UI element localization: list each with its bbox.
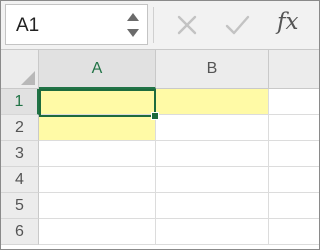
name-box[interactable]: A1 — [5, 4, 148, 45]
insert-function-icon[interactable]: fx — [277, 9, 298, 35]
cell-c5[interactable] — [269, 193, 319, 219]
row-header-3[interactable]: 3 — [1, 141, 39, 167]
cell-a4[interactable] — [39, 167, 156, 193]
cell-a5[interactable] — [39, 193, 156, 219]
enter-checkmark-icon[interactable] — [223, 11, 251, 39]
cell-b4[interactable] — [156, 167, 269, 193]
cell-b3[interactable] — [156, 141, 269, 167]
select-all-corner[interactable] — [1, 50, 39, 89]
cell-a2[interactable] — [39, 115, 156, 141]
cell-b5[interactable] — [156, 193, 269, 219]
active-cell-outline — [39, 89, 156, 117]
column-header-c[interactable] — [269, 50, 319, 89]
cancel-icon[interactable] — [173, 11, 201, 39]
fill-handle[interactable] — [151, 112, 159, 120]
row-header-1[interactable]: 1 — [1, 89, 39, 115]
worksheet-grid: A B 1 2 3 4 5 6 — [1, 50, 319, 249]
cell-b6[interactable] — [156, 219, 269, 245]
spreadsheet-window: A1 fx A B 1 2 3 4 5 6 — [0, 0, 320, 250]
cell-c4[interactable] — [269, 167, 319, 193]
cell-c2[interactable] — [269, 115, 319, 141]
row-header-2[interactable]: 2 — [1, 115, 39, 141]
cell-a6[interactable] — [39, 219, 156, 245]
row-header-5[interactable]: 5 — [1, 193, 39, 219]
cell-b1[interactable] — [156, 89, 269, 115]
cell-c3[interactable] — [269, 141, 319, 167]
formula-bar: A1 fx — [1, 1, 319, 50]
cell-c1[interactable] — [269, 89, 319, 115]
name-box-value: A1 — [16, 15, 40, 36]
cell-c6[interactable] — [269, 219, 319, 245]
name-box-down-arrow-icon[interactable] — [127, 29, 139, 37]
formula-bar-separator — [153, 7, 154, 43]
column-header-a[interactable]: A — [39, 50, 156, 89]
column-header-b[interactable]: B — [156, 50, 269, 89]
cell-b2[interactable] — [156, 115, 269, 141]
select-all-triangle-icon — [21, 71, 35, 85]
row-header-6[interactable]: 6 — [1, 219, 39, 245]
row-header-4[interactable]: 4 — [1, 167, 39, 193]
cell-a3[interactable] — [39, 141, 156, 167]
name-box-up-arrow-icon[interactable] — [127, 13, 139, 21]
